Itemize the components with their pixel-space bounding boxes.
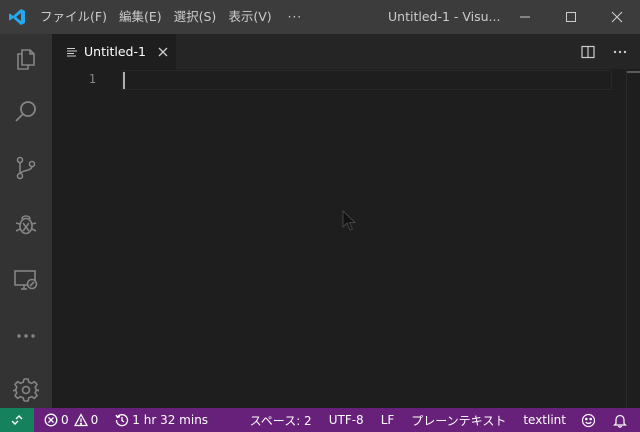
indentation-indicator[interactable]: スペース: 2 bbox=[243, 408, 319, 432]
time-tracker-indicator[interactable]: 1 hr 32 mins bbox=[105, 408, 215, 432]
menu-more-button[interactable]: ··· bbox=[278, 10, 312, 24]
menu-view[interactable]: 表示(V) bbox=[222, 0, 277, 34]
remote-explorer-icon[interactable] bbox=[0, 256, 52, 304]
error-count: 0 bbox=[61, 413, 69, 427]
maximize-button[interactable] bbox=[548, 0, 594, 34]
more-icon[interactable] bbox=[0, 312, 52, 360]
close-window-button[interactable] bbox=[594, 0, 640, 34]
editor-area[interactable]: 1 bbox=[52, 69, 640, 408]
menu-selection[interactable]: 選択(S) bbox=[168, 0, 223, 34]
mouse-pointer-icon bbox=[342, 210, 356, 231]
menu-edit[interactable]: 編集(E) bbox=[113, 0, 168, 34]
maximize-icon bbox=[566, 12, 576, 22]
warning-count: 0 bbox=[90, 413, 99, 427]
window-title: Untitled-1 - Visu... bbox=[388, 9, 501, 24]
editor-actions bbox=[578, 34, 630, 69]
tab-close-button[interactable] bbox=[156, 45, 170, 59]
problems-indicator[interactable]: 0 0 bbox=[34, 408, 105, 432]
eol-indicator[interactable]: LF bbox=[371, 408, 402, 432]
current-line-highlight bbox=[122, 70, 612, 90]
settings-gear-icon[interactable] bbox=[0, 366, 52, 414]
plain-text-file-icon bbox=[66, 46, 78, 58]
overview-ruler[interactable] bbox=[626, 69, 640, 408]
source-control-icon[interactable] bbox=[0, 144, 52, 192]
language-mode-indicator[interactable]: プレーンテキスト bbox=[401, 408, 513, 432]
more-actions-button[interactable] bbox=[610, 42, 630, 62]
debug-icon[interactable] bbox=[0, 200, 52, 248]
time-label: 1 hr 32 mins bbox=[132, 413, 209, 427]
feedback-button[interactable] bbox=[573, 408, 607, 432]
close-icon bbox=[158, 47, 168, 56]
cursor-position-marker bbox=[627, 71, 640, 73]
vscode-logo-icon bbox=[0, 0, 34, 34]
menu-file[interactable]: ファイル(F) bbox=[34, 0, 113, 34]
menu-bar: ファイル(F) 編集(E) 選択(S) 表示(V) ··· bbox=[34, 0, 312, 34]
remote-icon bbox=[11, 415, 23, 425]
split-editor-button[interactable] bbox=[578, 42, 598, 62]
history-clock-icon bbox=[115, 414, 129, 427]
minimize-button[interactable] bbox=[502, 0, 548, 34]
textlint-indicator[interactable]: textlint bbox=[513, 408, 573, 432]
activity-bar bbox=[0, 34, 52, 408]
tab-label: Untitled-1 bbox=[84, 44, 146, 59]
window-controls bbox=[502, 0, 640, 34]
error-icon bbox=[44, 413, 58, 427]
ellipsis-icon bbox=[613, 50, 627, 53]
close-icon bbox=[611, 11, 623, 23]
remote-indicator-button[interactable] bbox=[0, 408, 34, 432]
minimize-icon bbox=[520, 16, 530, 18]
tab-untitled-1[interactable]: Untitled-1 bbox=[52, 34, 176, 69]
title-bar: ファイル(F) 編集(E) 選択(S) 表示(V) ··· Untitled-1… bbox=[0, 0, 640, 34]
explorer-icon[interactable] bbox=[0, 34, 52, 82]
bell-icon bbox=[613, 414, 627, 428]
split-editor-icon bbox=[581, 45, 595, 58]
line-number: 1 bbox=[88, 72, 96, 86]
status-bar: 0 0 1 hr 32 mins スペース: 2 UTF-8 LF プレーンテキ… bbox=[0, 408, 640, 432]
notifications-button[interactable] bbox=[607, 408, 640, 432]
encoding-indicator[interactable]: UTF-8 bbox=[319, 408, 371, 432]
text-cursor bbox=[123, 72, 125, 89]
status-bar-right: スペース: 2 UTF-8 LF プレーンテキスト textlint bbox=[243, 408, 640, 432]
warning-icon bbox=[73, 413, 88, 427]
smiley-icon bbox=[581, 413, 596, 427]
search-icon[interactable] bbox=[0, 88, 52, 136]
editor-tab-bar: Untitled-1 bbox=[52, 34, 640, 69]
